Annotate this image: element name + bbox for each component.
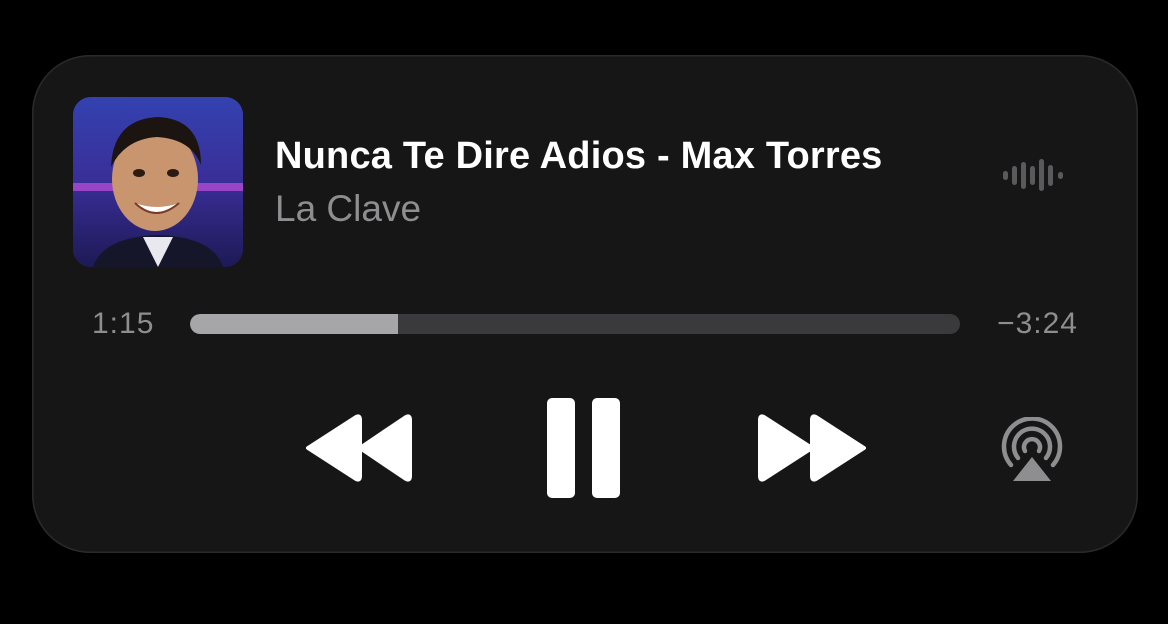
track-title: Nunca Te Dire Adios - Max Torres [275,135,883,177]
rewind-button[interactable] [304,413,416,483]
now-playing-widget: Nunca Te Dire Adios - Max Torres La Clav… [32,55,1138,553]
pause-button[interactable] [544,397,624,499]
fast-forward-button[interactable] [756,413,868,483]
pause-icon [547,398,620,498]
playback-scrubber[interactable] [190,314,960,334]
track-source: La Clave [275,188,422,229]
rewind-icon [306,414,412,482]
airplay-audio-icon [1001,416,1063,481]
audio-waveform-icon [1003,159,1063,191]
playback-progress-fill [190,314,398,334]
fast-forward-icon [758,414,866,482]
album-artwork[interactable] [73,97,243,267]
remaining-time: −3:24 [997,307,1078,340]
airplay-button[interactable] [997,416,1067,483]
elapsed-time: 1:15 [92,307,155,340]
